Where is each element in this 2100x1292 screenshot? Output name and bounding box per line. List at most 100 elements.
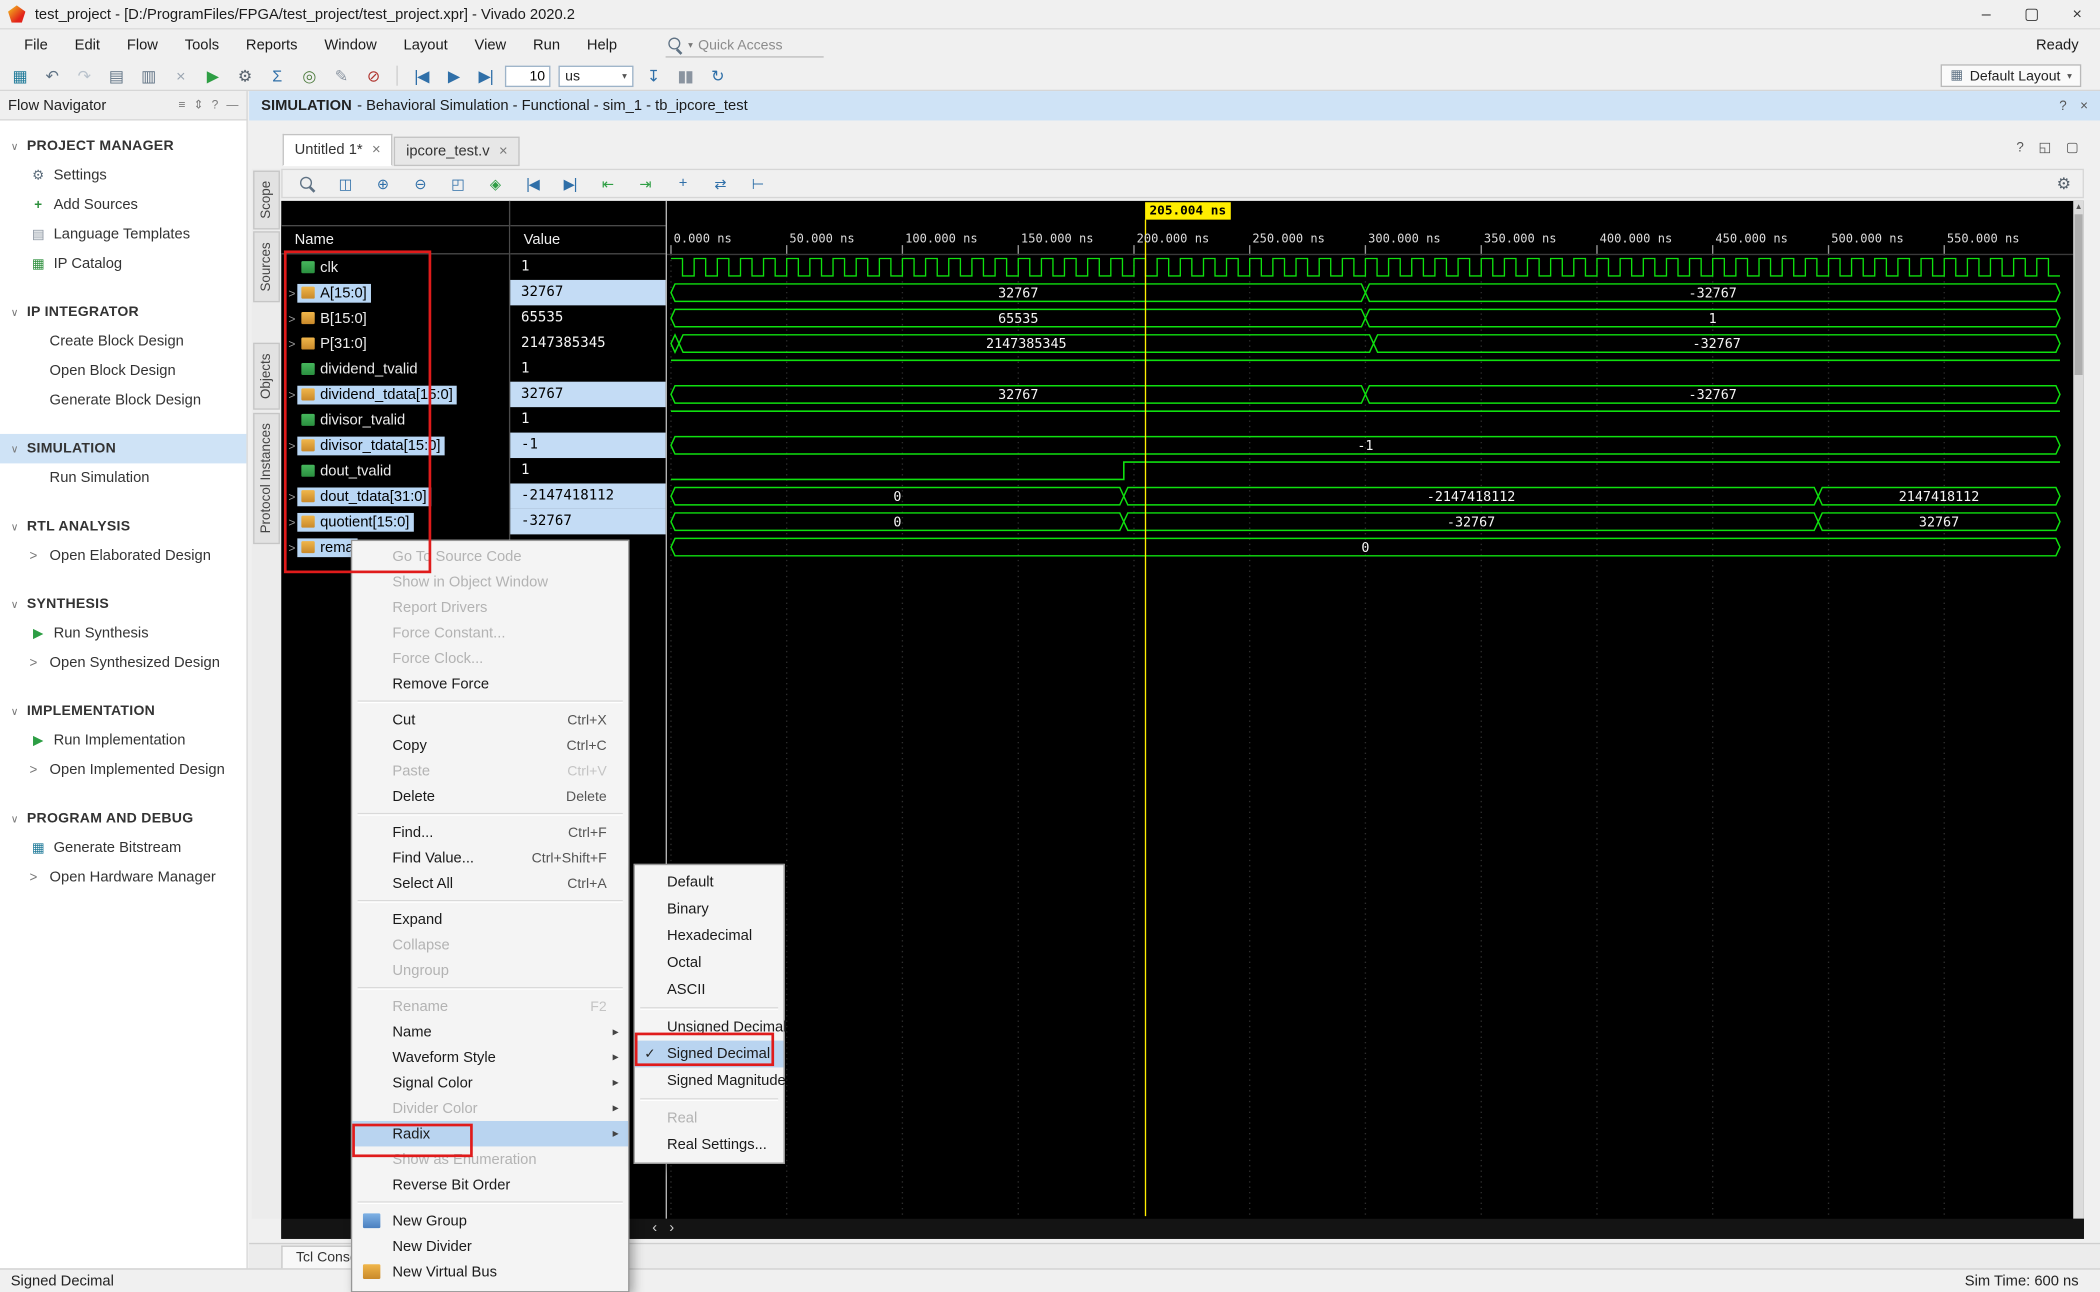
go-to-start-icon[interactable]: |◀ (521, 172, 544, 195)
restart-icon[interactable]: |◀ (410, 64, 433, 87)
flow-item-language-templates[interactable]: ▤Language Templates (0, 220, 246, 249)
expand-chevron-icon[interactable]: > (287, 311, 298, 324)
signal-value-a-15-0[interactable]: 32767 (510, 280, 665, 305)
name-column-header[interactable]: Name (281, 225, 509, 254)
radix-option-octal[interactable]: Octal (635, 950, 784, 977)
toggle-tree-icon[interactable]: ≡ (178, 98, 185, 113)
tab-untitled-1[interactable]: Untitled 1*× (283, 134, 393, 166)
radix-option-real-settings[interactable]: Real Settings... (635, 1132, 784, 1159)
previous-transition-icon[interactable]: ⇤ (596, 172, 619, 195)
delete-icon[interactable]: × (169, 64, 192, 87)
signal-row-dividend-tvalid[interactable]: dividend_tvalid (281, 356, 509, 381)
scroll-left-icon[interactable]: ‹ (652, 1220, 657, 1237)
flow-item-add-sources[interactable]: +Add Sources (0, 190, 246, 219)
menu-item-signal-color[interactable]: Signal Color▸ (352, 1070, 628, 1095)
flow-section-header-implementation[interactable]: ∨IMPLEMENTATION (0, 696, 246, 725)
waveform-canvas[interactable]: 32767-327676553512147385345-3276732767-3… (666, 201, 2074, 1219)
menu-item-reverse-bit-order[interactable]: Reverse Bit Order (352, 1172, 628, 1197)
tab-ipcore-test-v[interactable]: ipcore_test.v× (394, 137, 520, 166)
run-time-input[interactable] (505, 65, 551, 86)
open-recent-icon[interactable]: ▦ (8, 64, 31, 87)
waveform-settings-icon[interactable]: ⚙ (2052, 172, 2075, 195)
flow-item-settings[interactable]: ⚙Settings (0, 161, 246, 190)
help-icon[interactable]: ? (212, 98, 219, 113)
menu-item-select-all[interactable]: Select AllCtrl+A (352, 871, 628, 896)
signal-row-dout-tdata-31-0[interactable]: >dout_tdata[31:0] (281, 483, 509, 508)
close-tab-icon[interactable]: × (499, 143, 508, 159)
radix-option-binary[interactable]: Binary (635, 896, 784, 923)
flow-item-open-elaborated-design[interactable]: >Open Elaborated Design (0, 541, 246, 570)
expand-chevron-icon[interactable]: > (287, 388, 298, 401)
undo-icon[interactable]: ↶ (40, 64, 63, 87)
flow-item-generate-bitstream[interactable]: ▦Generate Bitstream (0, 833, 246, 862)
menu-item-waveform-style[interactable]: Waveform Style▸ (352, 1045, 628, 1070)
menu-item-radix[interactable]: Radix▸ (352, 1121, 628, 1146)
cancel-icon[interactable]: ⊘ (362, 64, 385, 87)
zoom-in-icon[interactable]: ⊕ (371, 172, 394, 195)
menu-layout[interactable]: Layout (390, 32, 461, 59)
go-to-end-icon[interactable]: ▶| (558, 172, 581, 195)
report-icon[interactable]: Σ (265, 64, 288, 87)
zoom-out-icon[interactable]: ⊖ (408, 172, 431, 195)
expand-chevron-icon[interactable]: > (287, 337, 298, 350)
signal-value-b-15-0[interactable]: 65535 (510, 305, 665, 330)
snap-to-transition-icon[interactable]: ⊢ (746, 172, 769, 195)
messages-icon[interactable]: ◎ (297, 64, 320, 87)
add-marker-icon[interactable]: + (671, 172, 694, 195)
paste-icon[interactable]: ▥ (137, 64, 160, 87)
menu-item-new-virtual-bus[interactable]: New Virtual Bus (352, 1259, 628, 1284)
scroll-right-icon[interactable]: › (669, 1220, 674, 1237)
signal-row-a-15-0[interactable]: >A[15:0] (281, 280, 509, 305)
find-icon[interactable] (296, 172, 319, 195)
menu-item-find[interactable]: Find...Ctrl+F (352, 820, 628, 845)
minimize-icon[interactable]: — (226, 98, 238, 113)
menu-reports[interactable]: Reports (233, 32, 311, 59)
radix-option-ascii[interactable]: ASCII (635, 976, 784, 1003)
vertical-scrollbar[interactable]: ▲ (2073, 201, 2084, 1219)
menu-item-copy[interactable]: CopyCtrl+C (352, 733, 628, 758)
signal-row-quotient-15-0[interactable]: >quotient[15:0] (281, 509, 509, 534)
flow-item-open-block-design[interactable]: Open Block Design (0, 356, 246, 385)
radix-option-unsigned-decimal[interactable]: Unsigned Decimal (635, 1014, 784, 1041)
menu-item-delete[interactable]: DeleteDelete (352, 783, 628, 808)
signal-value-dividend-tvalid[interactable]: 1 (510, 356, 665, 381)
signal-value-quotient-15-0[interactable]: -32767 (510, 509, 665, 534)
signal-value-dividend-tdata-15-0[interactable]: 32767 (510, 382, 665, 407)
close-icon[interactable]: × (2080, 98, 2088, 113)
signal-row-dout-tvalid[interactable]: dout_tvalid (281, 458, 509, 483)
close-button[interactable]: × (2054, 0, 2100, 28)
menu-edit[interactable]: Edit (61, 32, 113, 59)
break-icon[interactable]: ▮▮ (674, 64, 697, 87)
save-waveform-icon[interactable]: ◫ (333, 172, 356, 195)
radix-option-default[interactable]: Default (635, 869, 784, 896)
flow-item-ip-catalog[interactable]: ▦IP Catalog (0, 249, 246, 278)
run-for-icon[interactable]: ▶| (474, 64, 497, 87)
scrollbar-thumb[interactable] (2075, 214, 2083, 375)
signal-value-clk[interactable]: 1 (510, 254, 665, 279)
menu-help[interactable]: Help (573, 32, 630, 59)
close-tab-icon[interactable]: × (372, 142, 381, 158)
flow-item-generate-block-design[interactable]: Generate Block Design (0, 386, 246, 415)
maximize-button[interactable]: ▢ (2009, 0, 2055, 28)
float-icon[interactable]: ◱ (2039, 141, 2052, 156)
redo-icon[interactable]: ↷ (72, 64, 95, 87)
menu-item-expand[interactable]: Expand (352, 907, 628, 932)
signal-row-divisor-tdata-15-0[interactable]: >divisor_tdata[15:0] (281, 433, 509, 458)
expand-chevron-icon[interactable]: > (287, 540, 298, 553)
expand-chevron-icon[interactable]: > (287, 490, 298, 503)
radix-option-hexadecimal[interactable]: Hexadecimal (635, 923, 784, 950)
edit-icon[interactable]: ✎ (329, 64, 352, 87)
flow-section-header-project-manager[interactable]: ∨PROJECT MANAGER (0, 131, 246, 160)
swap-cursors-icon[interactable]: ⇄ (708, 172, 731, 195)
zoom-fit-icon[interactable]: ◰ (446, 172, 469, 195)
help-icon[interactable]: ? (2059, 98, 2066, 113)
menu-item-remove-force[interactable]: Remove Force (352, 671, 628, 696)
minimize-button[interactable]: – (1963, 0, 2009, 28)
menu-item-find-value[interactable]: Find Value...Ctrl+Shift+F (352, 845, 628, 870)
flow-section-header-rtl-analysis[interactable]: ∨RTL ANALYSIS (0, 512, 246, 541)
flow-settings-icon[interactable]: ⚙ (233, 64, 256, 87)
expand-chevron-icon[interactable]: > (287, 286, 298, 299)
signal-row-p-31-0[interactable]: >P[31:0] (281, 331, 509, 356)
flow-item-run-synthesis[interactable]: ▶Run Synthesis (0, 619, 246, 648)
flow-item-run-implementation[interactable]: ▶Run Implementation (0, 726, 246, 755)
